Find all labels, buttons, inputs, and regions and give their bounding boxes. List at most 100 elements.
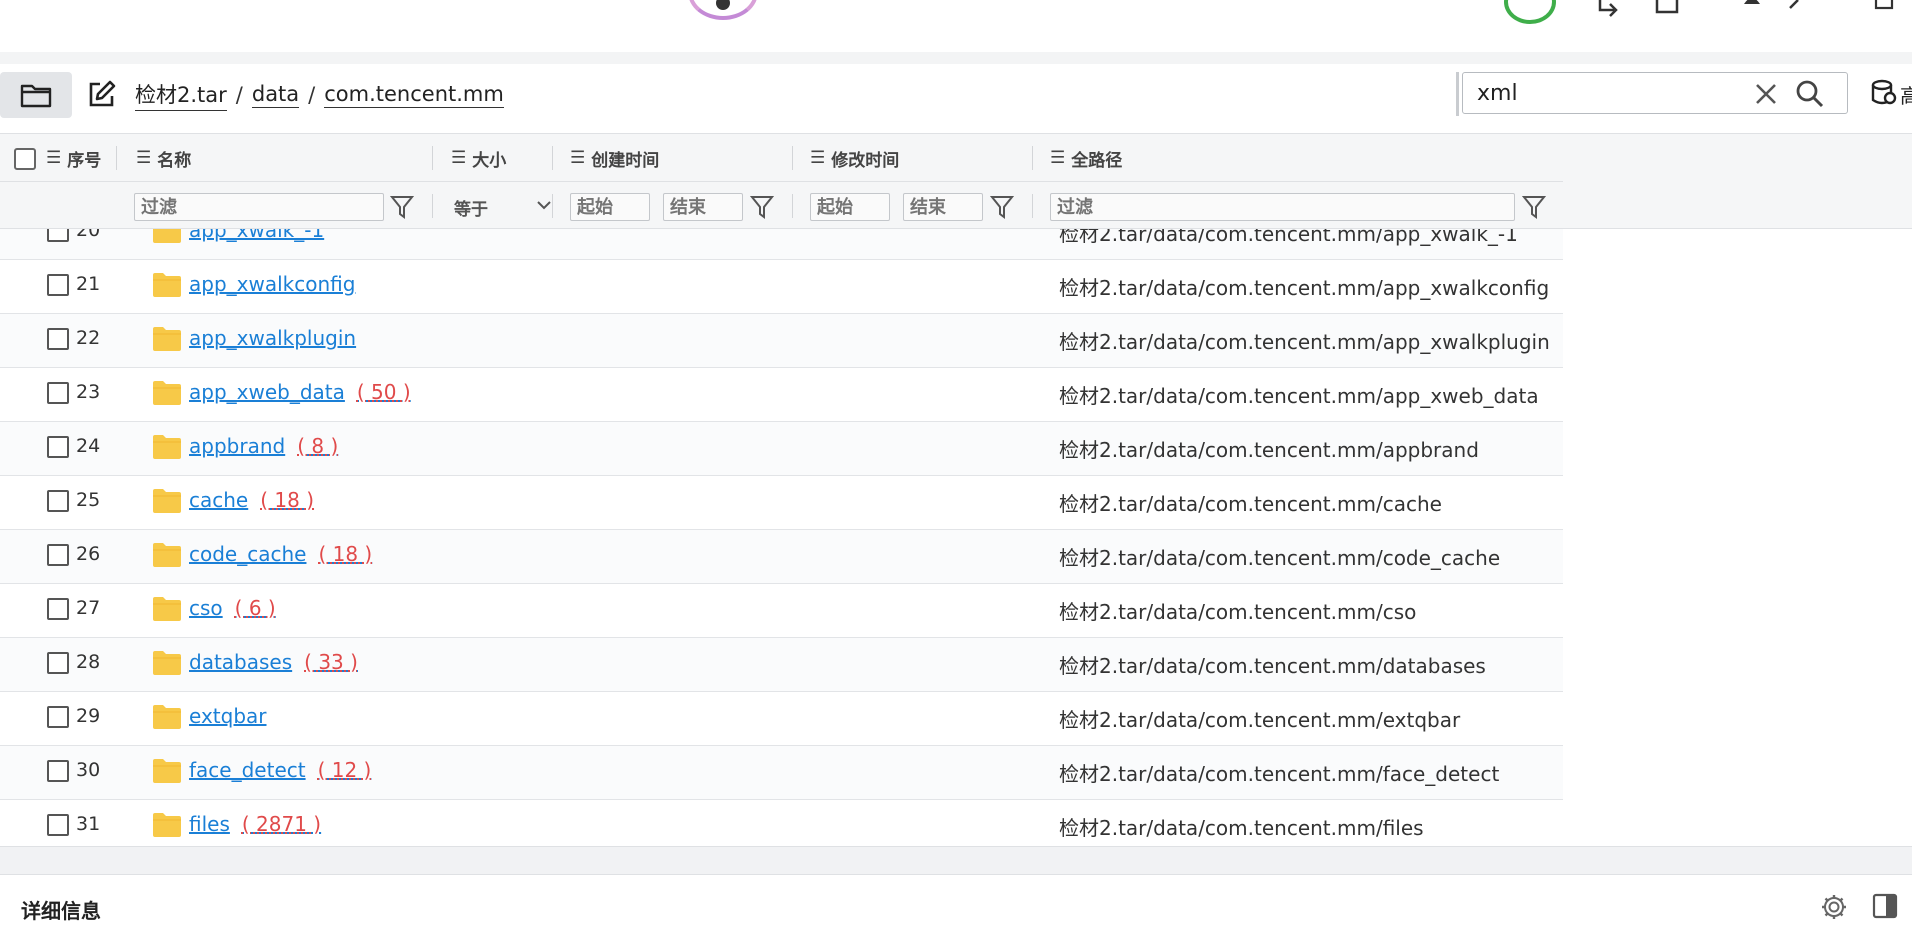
folder-name-link[interactable]: code_cache ( 18 )	[189, 542, 372, 566]
item-count-badge[interactable]: ( 18 )	[260, 488, 314, 512]
table-row[interactable]: 26 code_cache ( 18 ) 检材2.tar/data/com.tence…	[0, 530, 1563, 584]
row-checkbox[interactable]	[47, 814, 69, 836]
select-all-checkbox[interactable]	[14, 148, 36, 170]
folder-name-link[interactable]: appbrand ( 8 )	[189, 434, 338, 458]
row-checkbox[interactable]	[47, 328, 69, 350]
table-row[interactable]: 27 cso ( 6 ) 检材2.tar/data/com.tencent.mm/cs…	[0, 584, 1563, 638]
breadcrumb-item[interactable]: data	[251, 82, 300, 108]
browse-folder-button[interactable]	[0, 72, 72, 118]
filter-icon[interactable]	[1522, 194, 1546, 220]
table-row[interactable]: 24 appbrand ( 8 ) 检材2.tar/data/com.tencent.…	[0, 422, 1563, 476]
truncated-button-label[interactable]: 高	[1900, 80, 1912, 109]
table-row[interactable]: 28 databases ( 33 ) 检材2.tar/data/com.tencen…	[0, 638, 1563, 692]
table-row[interactable]: 22 app_xwalkplugin 检材2.tar/data/com.tencen…	[0, 314, 1563, 368]
clear-icon[interactable]	[1753, 81, 1779, 107]
row-checkbox[interactable]	[47, 544, 69, 566]
column-divider[interactable]	[552, 146, 553, 170]
column-divider[interactable]	[1032, 146, 1033, 170]
search-icon[interactable]	[1795, 79, 1825, 109]
created-end-input[interactable]	[663, 193, 743, 221]
modified-start-input[interactable]	[810, 193, 890, 221]
folder-name[interactable]: code_cache	[189, 542, 306, 566]
folder-name[interactable]: cache	[189, 488, 248, 512]
table-row[interactable]: 29 extqbar 检材2.tar/data/com.tencent.mm/ext…	[0, 692, 1563, 746]
folder-name[interactable]: cso	[189, 596, 223, 620]
table-row[interactable]: 30 face_detect ( 12 ) 检材2.tar/data/com.tenc…	[0, 746, 1563, 800]
folder-name-link[interactable]: extqbar	[189, 704, 267, 728]
row-checkbox[interactable]	[47, 436, 69, 458]
column-divider[interactable]	[792, 146, 793, 170]
folder-name[interactable]: app_xwalkplugin	[189, 326, 356, 350]
row-checkbox[interactable]	[47, 760, 69, 782]
filter-icon[interactable]	[390, 194, 414, 220]
column-header-index[interactable]: ☰ 序号	[46, 134, 101, 182]
modified-end-input[interactable]	[903, 193, 983, 221]
column-header-created[interactable]: ☰ 创建时间	[570, 134, 659, 182]
size-operator-select[interactable]: 等于	[454, 193, 552, 221]
horizontal-scrollbar[interactable]	[0, 846, 1912, 874]
folder-name-link[interactable]: databases ( 33 )	[189, 650, 358, 674]
folder-name-link[interactable]: app_xwalk_-1	[189, 229, 324, 242]
column-label: 序号	[67, 150, 102, 171]
item-count-badge[interactable]: ( 18 )	[318, 542, 372, 566]
folder-name[interactable]: extqbar	[189, 704, 267, 728]
item-count-badge[interactable]: ( 33 )	[304, 650, 358, 674]
filter-icon[interactable]	[750, 194, 774, 220]
table-row[interactable]: 20 app_xwalk_-1 检材2.tar/data/com.tencent.m…	[0, 229, 1563, 260]
side-panel-toggle-icon[interactable]	[1872, 893, 1898, 919]
folder-name[interactable]: app_xwalkconfig	[189, 272, 355, 296]
database-search-icon[interactable]	[1870, 78, 1900, 108]
item-count-badge[interactable]: ( 50 )	[357, 380, 411, 404]
column-header-size[interactable]: ☰ 大小	[451, 134, 506, 182]
breadcrumb-item[interactable]: 检材2.tar	[135, 79, 227, 111]
export-icon[interactable]	[1596, 0, 1626, 24]
column-header-modified[interactable]: ☰ 修改时间	[810, 134, 899, 182]
edit-path-button[interactable]	[86, 78, 118, 110]
row-checkbox[interactable]	[47, 706, 69, 728]
filter-icon[interactable]	[990, 194, 1014, 220]
row-checkbox[interactable]	[47, 274, 69, 296]
row-checkbox[interactable]	[47, 652, 69, 674]
column-divider[interactable]	[116, 146, 117, 170]
window-icon[interactable]	[1872, 0, 1902, 24]
folder-name-link[interactable]: app_xweb_data ( 50 )	[189, 380, 411, 404]
folder-name[interactable]: app_xwalk_-1	[189, 229, 324, 242]
search-field[interactable]	[1462, 72, 1848, 114]
table-row[interactable]: 23 app_xweb_data ( 50 ) 检材2.tar/data/com.te…	[0, 368, 1563, 422]
folder-name[interactable]: face_detect	[189, 758, 306, 782]
item-count-badge[interactable]: ( 2871 )	[242, 812, 321, 836]
table-row[interactable]: 21 app_xwalkconfig 检材2.tar/data/com.tencen…	[0, 260, 1563, 314]
folder-name[interactable]: databases	[189, 650, 292, 674]
breadcrumb-item[interactable]: com.tencent.mm	[324, 82, 504, 108]
table-row[interactable]: 25 cache ( 18 ) 检材2.tar/data/com.tencent.mm…	[0, 476, 1563, 530]
folder-name[interactable]: app_xweb_data	[189, 380, 345, 404]
share-icon[interactable]	[1654, 0, 1684, 24]
user-icon[interactable]	[1738, 0, 1768, 24]
column-divider[interactable]	[432, 146, 433, 170]
gear-icon[interactable]	[1820, 893, 1848, 921]
search-input[interactable]	[1477, 79, 1747, 107]
name-filter-input[interactable]	[134, 193, 384, 221]
item-count-badge[interactable]: ( 6 )	[235, 596, 276, 620]
folder-name-link[interactable]: app_xwalkplugin	[189, 326, 356, 350]
row-checkbox[interactable]	[47, 490, 69, 512]
folder-name-link[interactable]: files ( 2871 )	[189, 812, 321, 836]
folder-name-link[interactable]: cache ( 18 )	[189, 488, 314, 512]
column-header-fullpath[interactable]: ☰ 全路径	[1050, 134, 1122, 182]
column-header-name[interactable]: ☰ 名称	[136, 134, 191, 182]
path-filter-input[interactable]	[1050, 193, 1515, 221]
folder-name-link[interactable]: cso ( 6 )	[189, 596, 276, 620]
row-checkbox[interactable]	[47, 598, 69, 620]
folder-name-link[interactable]: face_detect ( 12 )	[189, 758, 371, 782]
created-start-input[interactable]	[570, 193, 650, 221]
pin-icon[interactable]	[1784, 0, 1814, 24]
item-count-badge[interactable]: ( 12 )	[318, 758, 372, 782]
row-checkbox[interactable]	[47, 382, 69, 404]
folder-name-link[interactable]: app_xwalkconfig	[189, 272, 355, 296]
shield-check-icon[interactable]	[1504, 0, 1556, 24]
item-count-badge[interactable]: ( 8 )	[297, 434, 338, 458]
folder-name[interactable]: appbrand	[189, 434, 285, 458]
table-row[interactable]: 31 files ( 2871 ) 检材2.tar/data/com.tencent.…	[0, 800, 1563, 846]
folder-name[interactable]: files	[189, 812, 230, 836]
row-checkbox[interactable]	[47, 229, 69, 242]
